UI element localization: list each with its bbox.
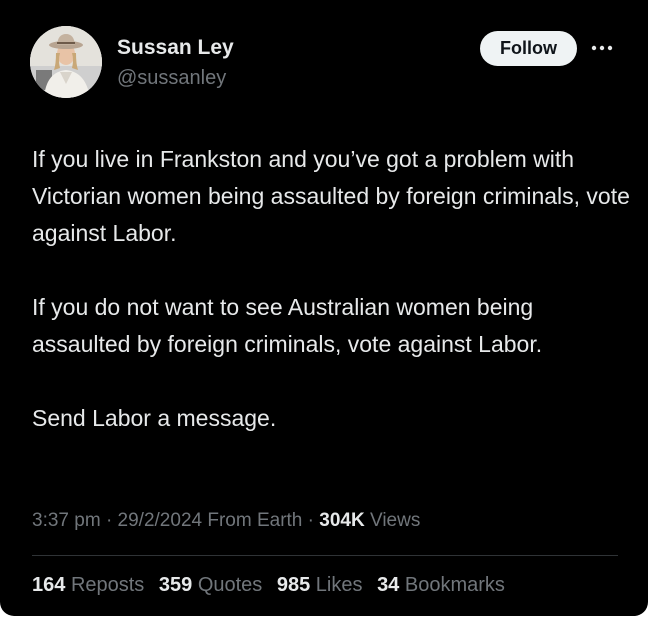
divider <box>32 555 618 556</box>
tweet-body: If you live in Frankston and you’ve got … <box>32 141 632 437</box>
tweet-time[interactable]: 3:37 pm <box>32 510 101 531</box>
tweet-card: Sussan Ley @sussanley Follow If you live… <box>0 0 648 616</box>
author-handle[interactable]: @sussanley <box>117 67 226 90</box>
stat-count: 985 <box>276 574 311 596</box>
stat-label: Bookmarks <box>404 574 505 596</box>
tweet-source: From Earth <box>207 510 303 531</box>
stat-reposts[interactable]: 164 Reposts <box>32 574 144 597</box>
follow-button[interactable]: Follow <box>480 31 577 66</box>
avatar[interactable] <box>30 26 102 98</box>
stat-label: Reposts <box>70 574 145 596</box>
views-label: Views <box>369 510 421 531</box>
stat-count: 359 <box>158 574 193 596</box>
stat-label: Likes <box>315 574 363 596</box>
stat-count: 34 <box>377 574 400 596</box>
more-options-icon[interactable] <box>589 38 615 58</box>
tweet-date[interactable]: 29/2/2024 <box>118 510 203 531</box>
tweet-stats: 164 Reposts 359 Quotes 985 Likes 34 Book… <box>32 574 514 597</box>
views-count: 304K <box>319 510 365 531</box>
stat-bookmarks[interactable]: 34 Bookmarks <box>377 574 505 597</box>
author-name[interactable]: Sussan Ley <box>117 36 234 60</box>
tweet-paragraph: If you do not want to see Australian wom… <box>32 294 543 357</box>
stat-label: Quotes <box>197 574 263 596</box>
stat-count: 164 <box>32 574 66 596</box>
meta-separator: · <box>307 510 314 531</box>
tweet-paragraph: Send Labor a message. <box>32 405 277 431</box>
tweet-meta: 3:37 pm · 29/2/2024 From Earth · 304K Vi… <box>32 510 420 532</box>
tweet-paragraph: If you live in Frankston and you’ve got … <box>32 146 630 246</box>
profile-photo-icon <box>30 26 102 98</box>
stat-quotes[interactable]: 359 Quotes <box>159 574 262 597</box>
meta-separator: · <box>105 510 113 531</box>
stat-likes[interactable]: 985 Likes <box>277 574 363 597</box>
